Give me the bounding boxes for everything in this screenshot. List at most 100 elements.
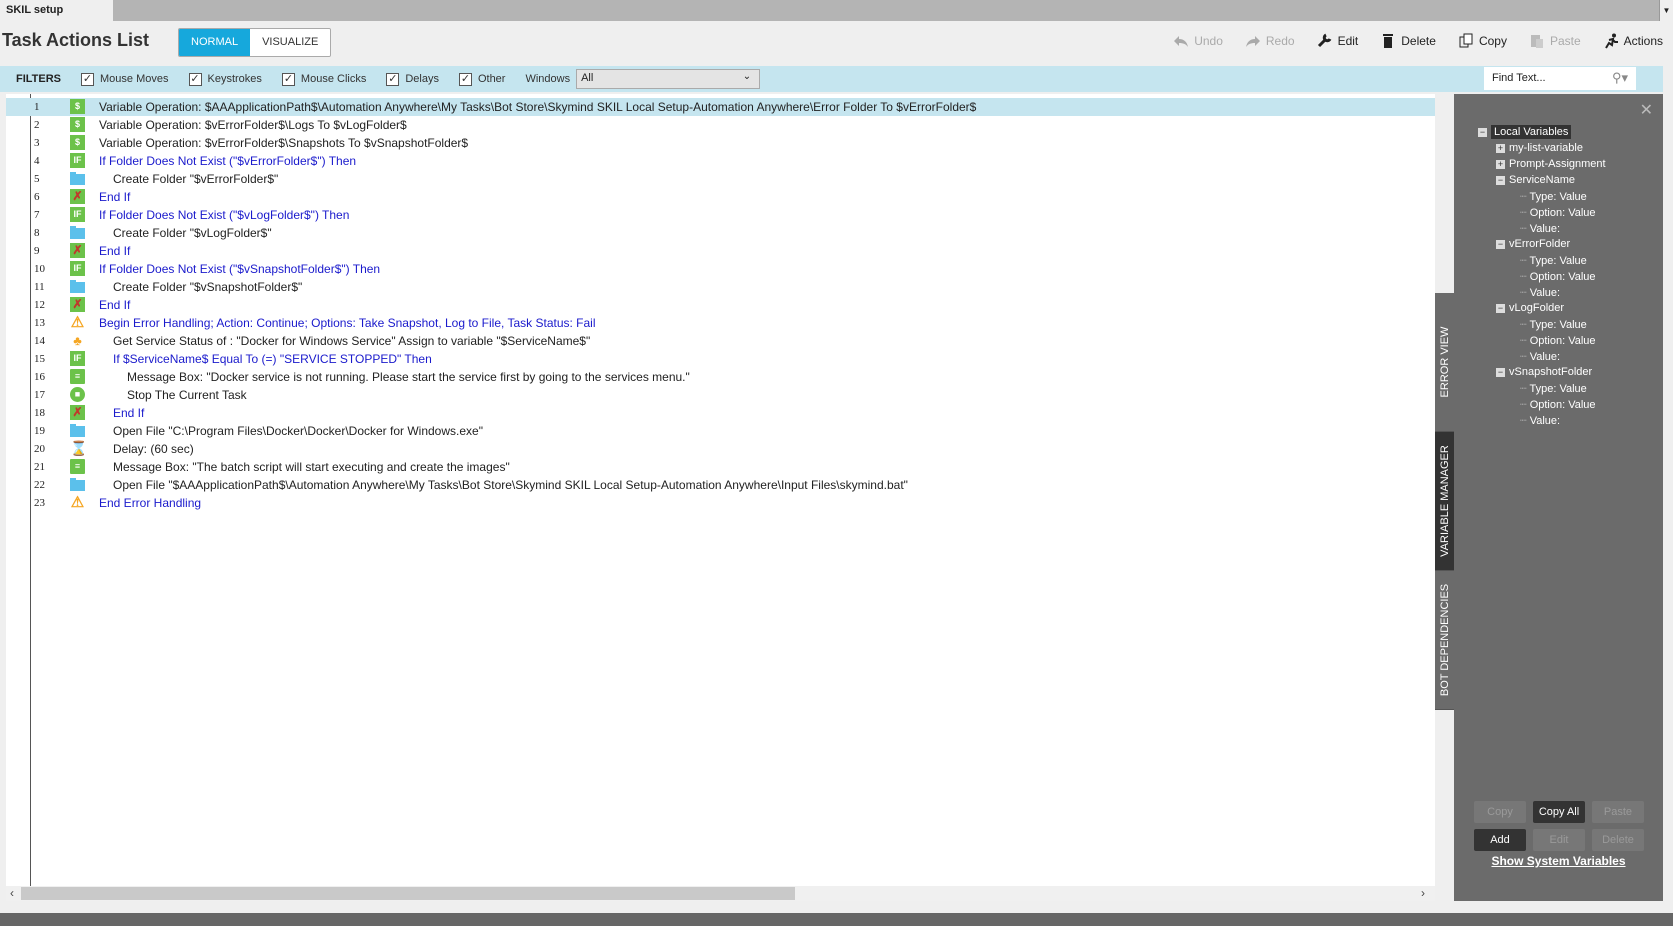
tree-label: Value: xyxy=(1529,223,1561,235)
var-edit-button[interactable]: Edit xyxy=(1533,829,1585,851)
tree-property-node[interactable]: ┈ Value: xyxy=(1520,414,1560,427)
tree-variable-node[interactable]: − vErrorFolder xyxy=(1496,238,1570,250)
action-text: If Folder Does Not Exist ("$vErrorFolder… xyxy=(99,154,357,168)
edit-button[interactable]: Edit xyxy=(1317,33,1358,49)
redo-button[interactable]: Redo xyxy=(1245,33,1295,49)
chevron-down-icon: ⌄ xyxy=(742,71,752,82)
action-row[interactable]: 11 Create Folder "$vSnapshotFolder$" xyxy=(6,278,1435,296)
scrollbar-thumb[interactable] xyxy=(21,887,795,900)
show-system-variables-link[interactable]: Show System Variables xyxy=(1454,854,1663,868)
tree-property-node[interactable]: ┈ Type: Value xyxy=(1520,382,1587,395)
checkbox-checked-icon[interactable]: ✓ xyxy=(386,72,400,86)
tab-dropdown-icon[interactable]: ▼ xyxy=(1659,0,1673,21)
checkbox-checked-icon[interactable]: ✓ xyxy=(188,72,202,86)
tree-variable-node[interactable]: − vLogFolder xyxy=(1496,302,1564,314)
filter-keystrokes[interactable]: ✓ Keystrokes xyxy=(188,72,262,86)
action-row[interactable]: 18 ✗ End If xyxy=(6,404,1435,422)
collapse-icon[interactable]: − xyxy=(1496,239,1505,249)
action-row[interactable]: 14 ♣ Get Service Status of : "Docker for W… xyxy=(6,332,1435,350)
tree-property-node[interactable]: ┈ Type: Value xyxy=(1520,318,1587,331)
tree-variable-node[interactable]: + Prompt-Assignment xyxy=(1496,158,1606,170)
task-actions-list[interactable]: 1 $ Variable Operation: $AAApplicationPath… xyxy=(6,94,1435,901)
collapse-icon[interactable]: − xyxy=(1496,303,1505,313)
action-row[interactable]: 22 Open File "$AAApplicationPath$\Automat… xyxy=(6,476,1435,494)
action-row[interactable]: 21 ≡ Message Box: "The batch script will s… xyxy=(6,458,1435,476)
action-row[interactable]: 7 IF If Folder Does Not Exist ("$vLogFolde… xyxy=(6,206,1435,224)
tree-variable-node[interactable]: − vSnapshotFolder xyxy=(1496,366,1592,378)
collapse-icon[interactable]: − xyxy=(1496,175,1505,185)
tree-property-node[interactable]: ┈ Type: Value xyxy=(1520,190,1587,203)
action-row[interactable]: 3 $ Variable Operation: $vErrorFolder$\Sna… xyxy=(6,134,1435,152)
scroll-left-icon[interactable]: ‹ xyxy=(10,886,14,900)
trash-icon xyxy=(1383,34,1394,48)
filter-mouse-moves[interactable]: ✓ Mouse Moves xyxy=(81,72,169,86)
action-row[interactable]: 13 ⚠ Begin Error Handling; Action: Continu… xyxy=(6,314,1435,332)
action-row[interactable]: 20 ⌛ Delay: (60 sec) xyxy=(6,440,1435,458)
mode-visualize-button[interactable]: VISUALIZE xyxy=(250,29,331,56)
if-icon: IF xyxy=(70,153,85,168)
tab-skil-setup[interactable]: SKIL setup xyxy=(0,0,113,21)
var-add-button[interactable]: Add xyxy=(1474,829,1526,851)
var-paste-button[interactable]: Paste xyxy=(1592,801,1644,823)
tree-property-node[interactable]: ┈ Value: xyxy=(1520,222,1560,235)
tree-property-node[interactable]: ┈ Value: xyxy=(1520,286,1560,299)
action-row[interactable]: 16 ≡ Message Box: "Docker service is not r… xyxy=(6,368,1435,386)
tree-property-node[interactable]: ┈ Type: Value xyxy=(1520,254,1587,267)
filter-other[interactable]: ✓ Other xyxy=(458,72,505,86)
undo-button[interactable]: Undo xyxy=(1173,33,1223,49)
action-row[interactable]: 6 ✗ End If xyxy=(6,188,1435,206)
tab-error-view[interactable]: ERROR VIEW xyxy=(1435,293,1454,432)
filter-mouse-clicks[interactable]: ✓ Mouse Clicks xyxy=(281,72,366,86)
tab-bot-dependencies[interactable]: BOT DEPENDENCIES xyxy=(1435,571,1454,710)
tree-property-node[interactable]: ┈ Option: Value xyxy=(1520,398,1596,411)
close-icon[interactable]: ✕ xyxy=(1640,100,1653,120)
action-row[interactable]: 15 IF If $ServiceName$ Equal To (=) "SERVI… xyxy=(6,350,1435,368)
action-row[interactable]: 10 IF If Folder Does Not Exist ("$vSnapsho… xyxy=(6,260,1435,278)
tree-variable-node[interactable]: − ServiceName xyxy=(1496,174,1575,186)
expand-icon[interactable]: + xyxy=(1496,143,1505,153)
action-row[interactable]: 12 ✗ End If xyxy=(6,296,1435,314)
action-text: Delay: (60 sec) xyxy=(113,442,194,456)
expand-icon[interactable]: + xyxy=(1496,159,1505,169)
horizontal-scrollbar[interactable]: ‹ › xyxy=(6,886,1435,901)
action-row[interactable]: 23 ⚠ End Error Handling xyxy=(6,494,1435,512)
tree-property-node[interactable]: ┈ Option: Value xyxy=(1520,270,1596,283)
filter-delays[interactable]: ✓ Delays xyxy=(386,72,439,86)
action-row[interactable]: 17 ■ Stop The Current Task xyxy=(6,386,1435,404)
var-delete-button[interactable]: Delete xyxy=(1592,829,1644,851)
delete-button[interactable]: Delete xyxy=(1380,33,1436,49)
checkbox-checked-icon[interactable]: ✓ xyxy=(458,72,472,86)
paste-button[interactable]: Paste xyxy=(1529,33,1581,49)
tree-root-local-variables[interactable]: − Local Variables xyxy=(1478,125,1572,139)
tab-variable-manager[interactable]: VARIABLE MANAGER xyxy=(1435,432,1454,571)
checkbox-checked-icon[interactable]: ✓ xyxy=(81,72,95,86)
actions-button[interactable]: Actions xyxy=(1603,33,1663,49)
action-row[interactable]: 19 Open File "C:\Program Files\Docker\Doc… xyxy=(6,422,1435,440)
scroll-right-icon[interactable]: › xyxy=(1421,886,1425,900)
collapse-icon[interactable]: − xyxy=(1496,367,1505,377)
action-text: Create Folder "$vErrorFolder$" xyxy=(113,172,279,186)
action-row[interactable]: 1 $ Variable Operation: $AAApplicationPath… xyxy=(6,98,1435,116)
action-row[interactable]: 5 Create Folder "$vErrorFolder$" xyxy=(6,170,1435,188)
search-icon[interactable]: ⚲▾ xyxy=(1612,70,1628,86)
folder-icon xyxy=(70,171,85,186)
tree-property-node[interactable]: ┈ Option: Value xyxy=(1520,206,1596,219)
tree-property-node[interactable]: ┈ Option: Value xyxy=(1520,334,1596,347)
find-text-input[interactable]: Find Text... ⚲▾ xyxy=(1484,67,1636,90)
checkbox-checked-icon[interactable]: ✓ xyxy=(281,72,295,86)
var-copy-button[interactable]: Copy xyxy=(1474,801,1526,823)
collapse-icon[interactable]: − xyxy=(1478,127,1487,137)
action-text: Variable Operation: $vErrorFolder$\Logs … xyxy=(99,118,407,132)
tree-property-node[interactable]: ┈ Value: xyxy=(1520,350,1560,363)
action-row[interactable]: 2 $ Variable Operation: $vErrorFolder$\Log… xyxy=(6,116,1435,134)
action-row[interactable]: 9 ✗ End If xyxy=(6,242,1435,260)
var-copy-all-button[interactable]: Copy All xyxy=(1533,801,1585,823)
copy-button[interactable]: Copy xyxy=(1458,33,1507,49)
line-number: 11 xyxy=(34,281,45,293)
action-row[interactable]: 8 Create Folder "$vLogFolder$" xyxy=(6,224,1435,242)
action-row[interactable]: 4 IF If Folder Does Not Exist ("$vErrorFol… xyxy=(6,152,1435,170)
tree-label: Option: Value xyxy=(1529,399,1596,411)
mode-normal-button[interactable]: NORMAL xyxy=(179,29,251,56)
windows-select[interactable]: All ⌄ xyxy=(576,69,761,89)
tree-variable-node[interactable]: + my-list-variable xyxy=(1496,142,1583,154)
